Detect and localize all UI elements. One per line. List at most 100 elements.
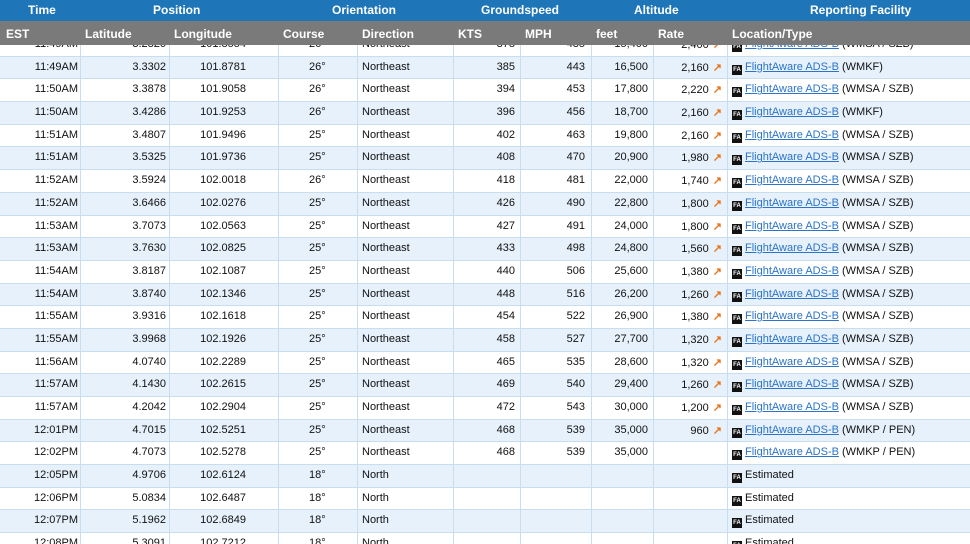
col-rate-header[interactable]: Rate xyxy=(658,27,684,41)
direction-cell: Northeast xyxy=(362,264,410,277)
location-type-cell: FAFlightAware ADS-B (WMSA / SZB) xyxy=(732,220,914,234)
latitude-cell: 3.4807 xyxy=(132,128,166,141)
course-cell: 18° xyxy=(309,469,326,482)
time-cell: 11:52AM xyxy=(34,196,78,209)
facility-link[interactable]: FlightAware ADS-B xyxy=(745,83,839,95)
table-row: 11:54AM 3.8187 102.1087 25° Northeast 440 506 2… xyxy=(0,259,970,283)
up-arrow-icon: ↗ xyxy=(712,356,722,369)
facility-link[interactable]: FlightAware ADS-B xyxy=(745,151,839,163)
latitude-cell: 3.9316 xyxy=(132,310,166,323)
facility-code: (WMSA / SZB) xyxy=(842,264,914,277)
facility-link[interactable]: FlightAware ADS-B xyxy=(745,106,839,118)
col-kts-header[interactable]: KTS xyxy=(458,27,482,41)
facility-link[interactable]: FlightAware ADS-B xyxy=(745,333,839,345)
climb-rate-cell: 1,320 ↗ xyxy=(681,356,722,369)
mph-cell: 491 xyxy=(566,219,585,232)
time-cell: 11:54AM xyxy=(34,264,78,277)
flightaware-logo-icon: FA xyxy=(732,382,742,393)
latitude-cell: 3.4286 xyxy=(132,106,166,119)
altitude-feet-cell: 28,600 xyxy=(614,355,648,368)
col-est-header[interactable]: EST xyxy=(6,27,29,41)
climb-rate-value: 2,220 xyxy=(681,84,709,97)
facility-link[interactable]: FlightAware ADS-B xyxy=(745,174,839,186)
location-type-cell: FAFlightAware ADS-B (WMSA / SZB) xyxy=(732,265,914,279)
facility-code: (WMSA / SZB) xyxy=(842,151,914,164)
facility-link[interactable]: FlightAware ADS-B xyxy=(745,61,839,73)
altitude-feet-cell: 24,800 xyxy=(614,242,648,255)
mph-cell: 516 xyxy=(566,287,585,300)
longitude-cell: 102.6849 xyxy=(200,514,246,527)
facility-link[interactable]: FlightAware ADS-B xyxy=(745,310,839,322)
col-feet-header[interactable]: feet xyxy=(596,27,617,41)
facility-link[interactable]: FlightAware ADS-B xyxy=(745,424,839,436)
col-mph-header[interactable]: MPH xyxy=(525,27,552,41)
facility-link[interactable]: FlightAware ADS-B xyxy=(745,129,839,141)
direction-cell: North xyxy=(362,469,389,482)
facility-link[interactable]: FlightAware ADS-B xyxy=(745,356,839,368)
up-arrow-icon: ↗ xyxy=(712,333,722,346)
direction-cell: Northeast xyxy=(362,219,410,232)
table-row: 11:49AM 3.3302 101.8781 26° Northeast 385 443 1… xyxy=(0,55,970,79)
climb-rate-value: 1,320 xyxy=(681,356,709,369)
kts-cell: 458 xyxy=(496,332,515,345)
latitude-cell: 4.1430 xyxy=(132,378,166,391)
facility-link[interactable]: FlightAware ADS-B xyxy=(745,265,839,277)
flight-track-table[interactable]: 11:49AM 3.2820 101.8554 26° Northeast 378 435 1… xyxy=(0,45,970,544)
direction-cell: Northeast xyxy=(362,83,410,96)
facility-link[interactable]: FlightAware ADS-B xyxy=(745,446,839,458)
altitude-feet-cell: 35,000 xyxy=(614,446,648,459)
course-cell: 25° xyxy=(309,219,326,232)
facility-link[interactable]: FlightAware ADS-B xyxy=(745,401,839,413)
table-row: 11:55AM 3.9968 102.1926 25° Northeast 458 527 2… xyxy=(0,327,970,351)
direction-cell: Northeast xyxy=(362,378,410,391)
facility-link[interactable]: FlightAware ADS-B xyxy=(745,378,839,390)
location-type-cell: FAFlightAware ADS-B (WMSA / SZB) xyxy=(732,288,914,302)
up-arrow-icon: ↗ xyxy=(712,61,722,74)
flightaware-logo-icon: FA xyxy=(732,45,742,52)
location-type-cell: FAEstimated xyxy=(732,537,794,544)
flightaware-logo-icon: FA xyxy=(732,314,742,325)
direction-cell: Northeast xyxy=(362,401,410,413)
latitude-cell: 3.5924 xyxy=(132,174,166,187)
up-arrow-icon: ↗ xyxy=(712,424,722,437)
climb-rate-value: 2,160 xyxy=(681,129,709,142)
facility-code: (WMSA / SZB) xyxy=(842,174,914,187)
latitude-cell: 5.1962 xyxy=(132,514,166,527)
column-divider xyxy=(727,45,728,544)
longitude-cell: 101.9496 xyxy=(200,128,246,141)
time-cell: 11:53AM xyxy=(34,219,78,232)
col-longitude-header[interactable]: Longitude xyxy=(174,27,232,41)
location-type-cell: FAFlightAware ADS-B (WMSA / SZB) xyxy=(732,129,914,143)
altitude-feet-cell: 22,000 xyxy=(614,174,648,187)
longitude-cell: 102.0825 xyxy=(200,242,246,255)
mph-cell: 456 xyxy=(566,106,585,119)
location-type-cell: FAFlightAware ADS-B (WMSA / SZB) xyxy=(732,401,914,415)
kts-cell: 385 xyxy=(496,60,515,73)
facility-link[interactable]: FlightAware ADS-B xyxy=(745,242,839,254)
climb-rate-value: 1,560 xyxy=(681,243,709,256)
location-type-cell: FAFlightAware ADS-B (WMSA / SZB) xyxy=(732,83,914,98)
course-cell: 25° xyxy=(309,287,326,300)
facility-link[interactable]: FlightAware ADS-B xyxy=(745,220,839,232)
col-location-header[interactable]: Location/Type xyxy=(732,27,812,41)
flightaware-logo-icon: FA xyxy=(732,336,742,347)
time-cell: 11:52AM xyxy=(34,174,78,187)
direction-cell: North xyxy=(362,491,389,504)
facility-link[interactable]: FlightAware ADS-B xyxy=(745,288,839,300)
time-cell: 12:01PM xyxy=(33,423,78,436)
col-course-header[interactable]: Course xyxy=(283,27,324,41)
col-direction-header[interactable]: Direction xyxy=(362,27,414,41)
facility-link[interactable]: FlightAware ADS-B xyxy=(745,45,839,50)
mph-cell: 435 xyxy=(567,45,585,50)
climb-rate-cell: 1,560 ↗ xyxy=(681,242,722,255)
facility-code: Estimated xyxy=(745,469,794,482)
facility-link[interactable]: FlightAware ADS-B xyxy=(745,197,839,209)
mph-cell: 490 xyxy=(566,196,585,209)
facility-code: (WMSA / SZB) xyxy=(842,287,914,300)
table-row: 11:53AM 3.7630 102.0825 25° Northeast 433 498 2… xyxy=(0,237,970,260)
course-cell: 25° xyxy=(309,151,326,164)
course-cell: 25° xyxy=(309,378,326,391)
altitude-feet-cell: 24,000 xyxy=(614,219,648,232)
longitude-cell: 102.2289 xyxy=(200,355,246,368)
col-latitude-header[interactable]: Latitude xyxy=(85,27,132,41)
